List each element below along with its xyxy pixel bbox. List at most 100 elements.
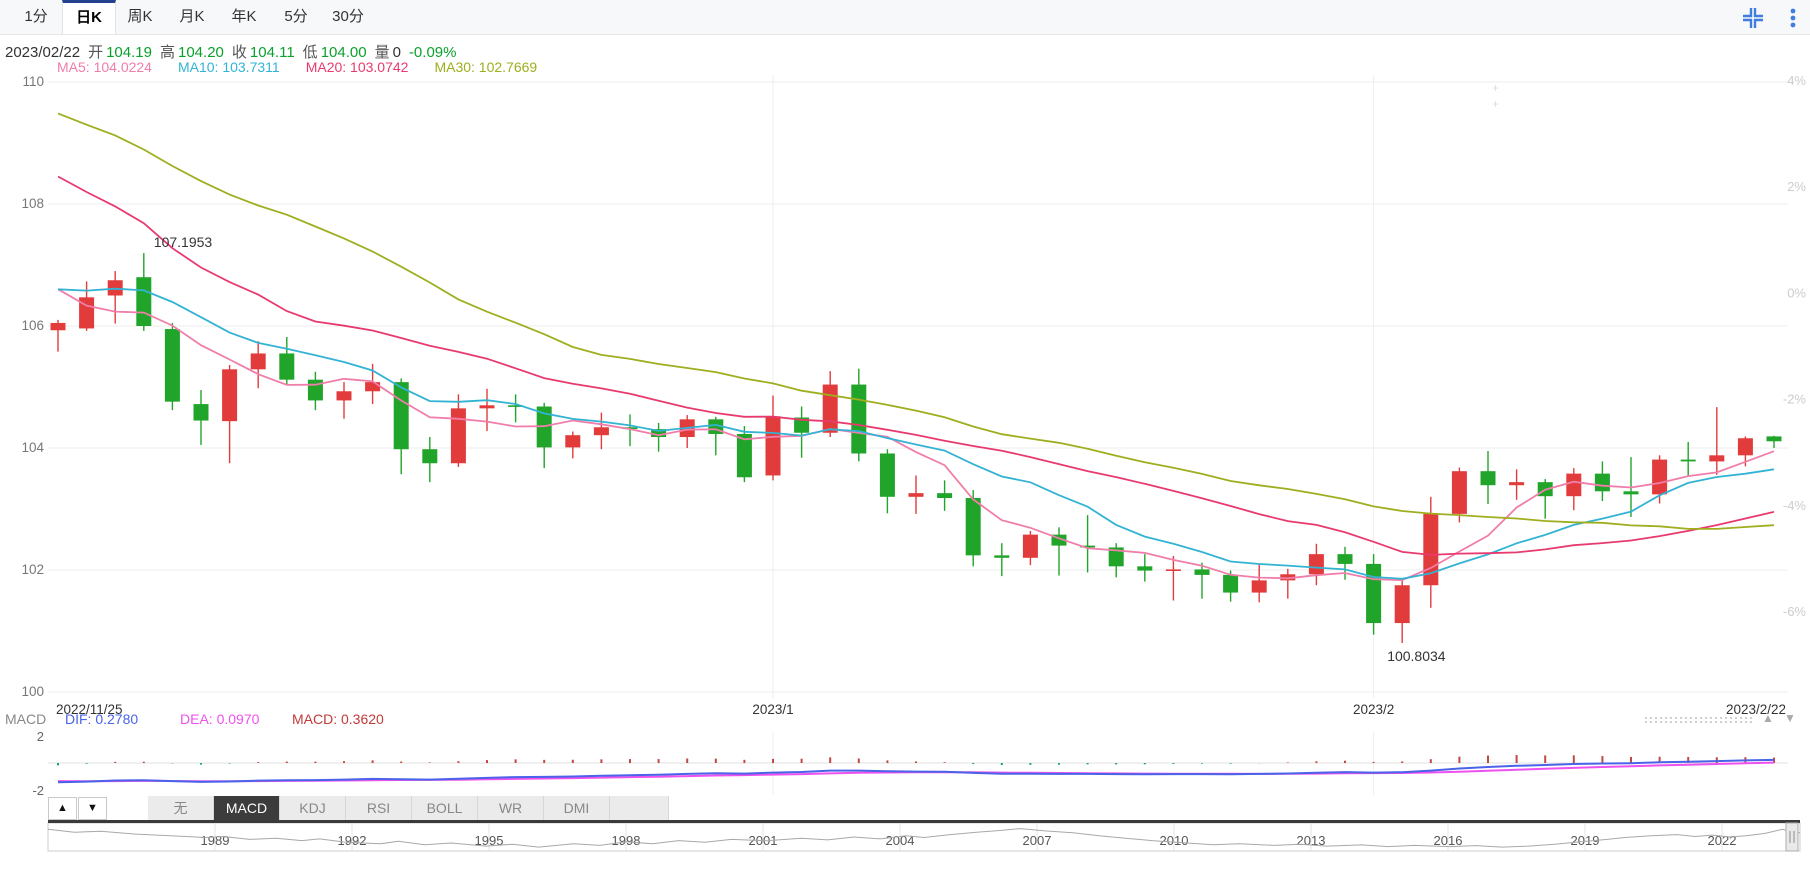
indicator-tab-DMI[interactable]: DMI <box>544 796 610 820</box>
candle[interactable] <box>1451 471 1467 514</box>
tab-日K[interactable]: 日K <box>62 0 116 34</box>
macd-value-macd: MACD: 0.3620 <box>292 711 384 727</box>
candle[interactable] <box>1194 569 1210 575</box>
navigator-year-label: 1992 <box>338 833 367 848</box>
candle[interactable] <box>365 382 381 392</box>
candle[interactable] <box>1394 585 1410 624</box>
candle[interactable] <box>937 493 953 499</box>
y-axis-label: 106 <box>21 318 44 333</box>
tab-周K[interactable]: 周K <box>114 0 166 33</box>
candle[interactable] <box>965 498 981 556</box>
candle[interactable] <box>50 322 66 331</box>
macd-down-arrow[interactable]: ▼ <box>1784 711 1796 725</box>
candle[interactable] <box>1566 473 1582 497</box>
navigator-year-label: 2010 <box>1160 833 1189 848</box>
candle[interactable] <box>1709 455 1725 462</box>
more-icon[interactable] <box>1782 7 1804 29</box>
candle[interactable] <box>1623 491 1639 495</box>
candle[interactable] <box>593 427 609 436</box>
x-axis-label: 2023/2/22 <box>1726 702 1786 717</box>
navigator-year-label: 2007 <box>1023 833 1052 848</box>
indicator-tab-无[interactable]: 无 <box>148 796 214 820</box>
y-axis-label: 102 <box>21 562 44 577</box>
ma-values-bar: MA5: 104.0224 MA10: 103.7311 MA20: 103.074… <box>57 59 563 75</box>
ma-value-20: MA20: 103.0742 <box>305 59 409 75</box>
right-axis-label: -4% <box>1783 498 1807 513</box>
candle[interactable] <box>1366 563 1382 624</box>
candle[interactable] <box>851 384 867 454</box>
indicator-tab-bar: ▲ ▼ 无 MACD KDJ RSI BOLL WR DMI <box>0 796 1810 820</box>
candle[interactable] <box>1022 534 1038 558</box>
candle[interactable] <box>164 329 180 402</box>
candle[interactable] <box>1223 574 1239 593</box>
candle[interactable] <box>1680 459 1696 462</box>
candle[interactable] <box>193 404 209 421</box>
tab-30分[interactable]: 30分 <box>322 0 374 33</box>
candle[interactable] <box>1480 471 1496 486</box>
y-axis-label: 108 <box>21 196 44 211</box>
indicator-tab-KDJ[interactable]: KDJ <box>280 796 346 820</box>
watermark: + <box>1492 97 1499 111</box>
candle[interactable] <box>479 405 495 409</box>
indicator-tab-WR[interactable]: WR <box>478 796 544 820</box>
candle[interactable] <box>822 384 838 433</box>
candle[interactable] <box>250 353 266 370</box>
tab-5分[interactable]: 5分 <box>270 0 322 33</box>
ma-value-5: MA5: 104.0224 <box>57 59 152 75</box>
candle[interactable] <box>1652 459 1668 495</box>
candle[interactable] <box>1766 436 1782 442</box>
y-axis-label: 110 <box>22 74 44 89</box>
ma-value-10: MA10: 103.7311 <box>177 59 280 75</box>
macd-value-dif: DIF: 0.2780 <box>65 711 139 727</box>
high-annotation: 107.1953 <box>154 234 213 250</box>
candle[interactable] <box>879 453 895 497</box>
right-axis-label: 0% <box>1787 285 1806 300</box>
y-axis-label: 104 <box>21 440 44 455</box>
scroll-down-button[interactable]: ▼ <box>78 797 107 820</box>
candle[interactable] <box>393 382 409 450</box>
tab-年K[interactable]: 年K <box>218 0 270 33</box>
macd-drag-handle-icon[interactable] <box>1645 717 1755 725</box>
candle[interactable] <box>1165 569 1181 571</box>
candle[interactable] <box>1137 566 1153 571</box>
candle[interactable] <box>908 493 924 497</box>
candle[interactable] <box>136 277 152 326</box>
candle[interactable] <box>1337 554 1353 564</box>
indicator-tab-BOLL[interactable]: BOLL <box>412 796 478 820</box>
x-axis-label: 2023/1 <box>752 702 793 717</box>
right-axis-label: -6% <box>1783 604 1807 619</box>
macd-axis-label: 2 <box>37 729 44 744</box>
macd-up-arrow[interactable]: ▲ <box>1762 711 1774 725</box>
x-axis-label: 2023/2 <box>1353 702 1394 717</box>
candle[interactable] <box>1251 580 1267 593</box>
watermark: + <box>1492 81 1499 95</box>
indicator-tab-spacer <box>610 796 669 820</box>
candle[interactable] <box>994 555 1010 558</box>
candle[interactable] <box>736 433 752 478</box>
y-axis-label: 100 <box>21 684 44 699</box>
candle[interactable] <box>450 408 466 464</box>
chart-canvas: 1101081061041021004%2%0%-2%-4%-6%2022/11… <box>21 73 1807 852</box>
candle[interactable] <box>1594 473 1610 492</box>
candle[interactable] <box>222 369 238 422</box>
indicator-tab-RSI[interactable]: RSI <box>346 796 412 820</box>
indicator-tab-MACD[interactable]: MACD <box>214 796 280 820</box>
navigator-handle[interactable] <box>1785 822 1799 852</box>
candle[interactable] <box>1737 438 1753 456</box>
tab-1分[interactable]: 1分 <box>10 0 62 33</box>
right-axis-label: 4% <box>1787 73 1806 88</box>
navigator-year-label: 2004 <box>886 833 915 848</box>
ma-value-30: MA30: 102.7669 <box>434 59 538 75</box>
candle[interactable] <box>1308 554 1324 575</box>
navigator-year-label: 1989 <box>201 833 230 848</box>
scroll-up-button[interactable]: ▲ <box>48 797 77 820</box>
macd-value-dea: DEA: 0.0970 <box>180 711 260 727</box>
collapse-icon[interactable] <box>1742 7 1764 29</box>
candle[interactable] <box>422 449 438 464</box>
candle[interactable] <box>765 416 781 476</box>
candle[interactable] <box>279 353 295 380</box>
candle[interactable] <box>1509 482 1525 486</box>
candle[interactable] <box>336 391 352 401</box>
candle[interactable] <box>565 435 581 448</box>
tab-月K[interactable]: 月K <box>166 0 218 33</box>
